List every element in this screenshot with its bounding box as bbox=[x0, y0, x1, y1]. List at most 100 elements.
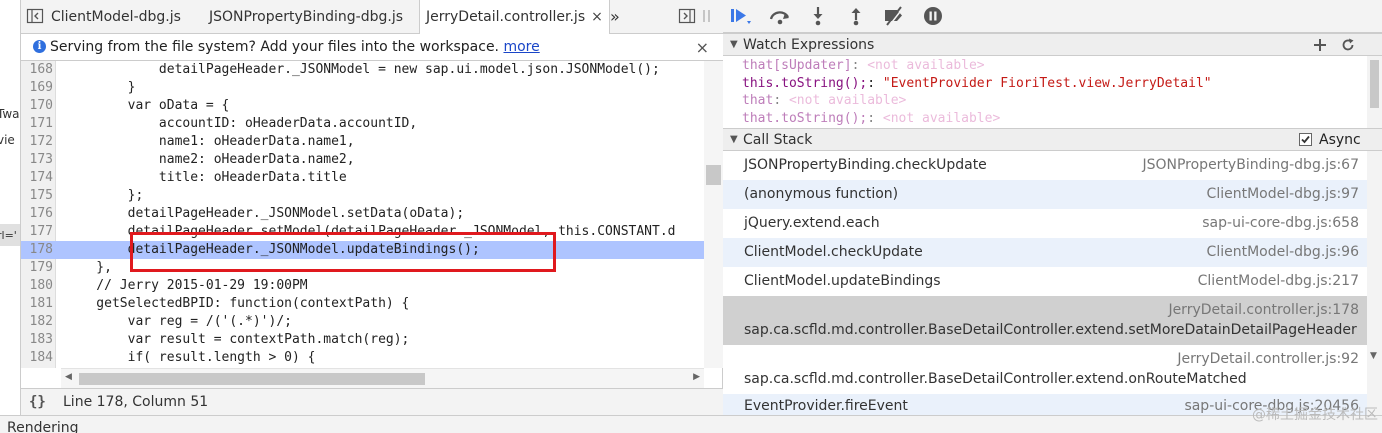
editor-tab-bar: ClientModel-dbg.js JSONPropertyBinding-d… bbox=[21, 0, 723, 35]
code-line[interactable]: 174 title: oHeaderData.title bbox=[21, 169, 704, 187]
deactivate-breakpoints-icon[interactable] bbox=[881, 5, 907, 27]
collapse-triangle-icon[interactable]: ▼ bbox=[730, 129, 738, 151]
code-text: accountID: oHeaderData.accountID, bbox=[65, 116, 418, 131]
line-number[interactable]: 171 bbox=[21, 115, 53, 133]
call-frame[interactable]: JerryDetail.controller.js:92 sap.ca.scfl… bbox=[723, 345, 1367, 394]
watch-scrollbar[interactable] bbox=[1367, 56, 1382, 128]
code-line[interactable]: 169 } bbox=[21, 79, 704, 97]
selected-call-frame[interactable]: JerryDetail.controller.js:178 sap.ca.scf… bbox=[723, 296, 1367, 345]
tab-overflow-button[interactable]: » bbox=[610, 0, 620, 34]
expression-value: "EventProvider FioriTest.view.JerryDetai… bbox=[882, 76, 1212, 91]
section-title: Watch Expressions bbox=[743, 37, 875, 53]
async-label[interactable]: Async bbox=[1319, 129, 1361, 151]
line-number[interactable]: 181 bbox=[21, 295, 53, 313]
scrollbar-thumb[interactable] bbox=[706, 165, 721, 185]
watch-expression[interactable]: that[sUpdater]: <not available> bbox=[742, 57, 985, 74]
call-frame[interactable]: ClientModel.checkUpdate ClientModel-dbg.… bbox=[723, 238, 1367, 267]
line-number[interactable]: 182 bbox=[21, 313, 53, 331]
frame-location[interactable]: ClientModel-dbg.js:96 bbox=[1207, 238, 1359, 267]
line-number[interactable]: 184 bbox=[21, 349, 53, 367]
line-number[interactable]: 174 bbox=[21, 169, 53, 187]
call-frame[interactable]: ClientModel.updateBindings ClientModel-d… bbox=[723, 267, 1367, 296]
line-number[interactable]: 173 bbox=[21, 151, 53, 169]
code-line[interactable]: 181 getSelectedBPID: function(contextPat… bbox=[21, 295, 704, 313]
call-frame[interactable]: JSONPropertyBinding.checkUpdate JSONProp… bbox=[723, 151, 1367, 180]
add-expression-icon[interactable] bbox=[1313, 38, 1327, 52]
pretty-print-button[interactable]: {} bbox=[29, 389, 46, 416]
info-icon: i bbox=[33, 40, 46, 53]
code-text: title: oHeaderData.title bbox=[65, 170, 347, 185]
editor-vertical-scrollbar[interactable] bbox=[704, 61, 723, 368]
frame-location[interactable]: ClientModel-dbg.js:217 bbox=[1198, 267, 1359, 296]
line-number[interactable]: 178 bbox=[21, 241, 53, 259]
frame-location[interactable]: ClientModel-dbg.js:97 bbox=[1207, 180, 1359, 209]
line-number[interactable]: 170 bbox=[21, 97, 53, 115]
line-number[interactable]: 176 bbox=[21, 205, 53, 223]
code-line[interactable]: 183 var result = contextPath.match(reg); bbox=[21, 331, 704, 349]
watch-expressions-header[interactable]: ▼ Watch Expressions bbox=[723, 33, 1382, 56]
code-text: } bbox=[65, 80, 136, 95]
code-line[interactable]: 184 if( result.length > 0) { bbox=[21, 349, 704, 367]
line-number[interactable]: 185 bbox=[21, 367, 53, 368]
code-text: detailPageHeader._JSONModel.setData(oDat… bbox=[65, 206, 465, 221]
code-line[interactable]: 171 accountID: oHeaderData.accountID, bbox=[21, 115, 704, 133]
workspace-info-bar: i Serving from the file system? Add your… bbox=[21, 34, 723, 61]
code-line[interactable]: 182 var reg = /('(.*)')/; bbox=[21, 313, 704, 331]
frame-location[interactable]: JSONPropertyBinding-dbg.js:67 bbox=[1142, 151, 1359, 180]
code-line[interactable]: 168 detailPageHeader._JSONModel = new sa… bbox=[21, 61, 704, 79]
toggle-navigator-icon[interactable] bbox=[26, 7, 44, 25]
line-number[interactable]: 168 bbox=[21, 61, 53, 79]
rendering-tab[interactable]: Rendering bbox=[7, 419, 79, 433]
watch-expression[interactable]: that: <not available> bbox=[742, 92, 906, 109]
scroll-right-arrow-icon[interactable]: ▶ bbox=[693, 372, 700, 382]
code-line[interactable]: 170 var oData = { bbox=[21, 97, 704, 115]
step-out-icon[interactable] bbox=[843, 5, 869, 27]
step-over-icon[interactable] bbox=[767, 5, 793, 27]
editor-horizontal-scrollbar[interactable]: ◀ ▶ bbox=[61, 368, 704, 388]
tab-json-property-binding[interactable]: JSONPropertyBinding-dbg.js bbox=[209, 0, 403, 34]
function-name: jQuery.extend.each bbox=[744, 215, 880, 231]
frame-location[interactable]: JerryDetail.controller.js:178 bbox=[1168, 302, 1359, 318]
line-number[interactable]: 177 bbox=[21, 223, 53, 241]
close-icon[interactable]: × bbox=[696, 34, 709, 61]
scrollbar-thumb[interactable] bbox=[1370, 60, 1379, 108]
line-number[interactable]: 180 bbox=[21, 277, 53, 295]
code-line[interactable]: 173 name2: oHeaderData.name2, bbox=[21, 151, 704, 169]
line-number[interactable]: 169 bbox=[21, 79, 53, 97]
left-fragment-text: vie bbox=[0, 133, 15, 147]
code-line[interactable]: 176 detailPageHeader._JSONModel.setData(… bbox=[21, 205, 704, 223]
call-frame[interactable]: jQuery.extend.each sap-ui-core-dbg.js:65… bbox=[723, 209, 1367, 238]
line-number[interactable]: 172 bbox=[21, 133, 53, 151]
expression-name: this.toString(); bbox=[742, 76, 868, 91]
watch-expression[interactable]: this.toString();: "EventProvider FioriTe… bbox=[742, 75, 1212, 92]
code-area[interactable]: 168 detailPageHeader._JSONModel = new sa… bbox=[21, 61, 704, 368]
tab-jerry-detail-controller[interactable]: JerryDetail.controller.js × bbox=[419, 0, 610, 35]
function-name: sap.ca.scfld.md.controller.BaseDetailCon… bbox=[744, 371, 1247, 387]
frame-location[interactable]: sap-ui-core-dbg.js:658 bbox=[1202, 209, 1359, 238]
async-checkbox[interactable] bbox=[1299, 133, 1312, 146]
watch-expression[interactable]: that.toString();: <not available> bbox=[742, 110, 1000, 127]
line-number[interactable]: 183 bbox=[21, 331, 53, 349]
code-line[interactable]: 175 }; bbox=[21, 187, 704, 205]
tab-client-model[interactable]: ClientModel-dbg.js bbox=[51, 0, 181, 34]
code-text: var reg = /('(.*)')/; bbox=[65, 314, 292, 329]
scrollbar-thumb[interactable] bbox=[79, 373, 425, 385]
code-line[interactable]: 172 name1: oHeaderData.name1, bbox=[21, 133, 704, 151]
code-line[interactable]: 180 // Jerry 2015-01-29 19:00PM bbox=[21, 277, 704, 295]
call-stack-header[interactable]: ▼ Call Stack Async bbox=[723, 128, 1382, 151]
toggle-debugger-icon[interactable] bbox=[678, 7, 696, 25]
resume-icon[interactable] bbox=[727, 5, 753, 27]
call-stack-scrollbar[interactable]: ▼ bbox=[1367, 151, 1382, 415]
line-number[interactable]: 175 bbox=[21, 187, 53, 205]
tab-close-icon[interactable]: × bbox=[591, 9, 603, 25]
scroll-down-arrow-icon[interactable]: ▼ bbox=[1370, 351, 1377, 361]
scroll-left-arrow-icon[interactable]: ◀ bbox=[65, 372, 72, 382]
refresh-icon[interactable] bbox=[1341, 38, 1355, 52]
step-into-icon[interactable] bbox=[805, 5, 831, 27]
line-number[interactable]: 179 bbox=[21, 259, 53, 277]
more-link[interactable]: more bbox=[503, 39, 539, 55]
call-frame[interactable]: (anonymous function) ClientModel-dbg.js:… bbox=[723, 180, 1367, 209]
pause-on-exceptions-icon[interactable] bbox=[920, 5, 946, 27]
frame-location[interactable]: JerryDetail.controller.js:92 bbox=[1177, 351, 1359, 367]
collapse-triangle-icon[interactable]: ▼ bbox=[730, 34, 738, 56]
